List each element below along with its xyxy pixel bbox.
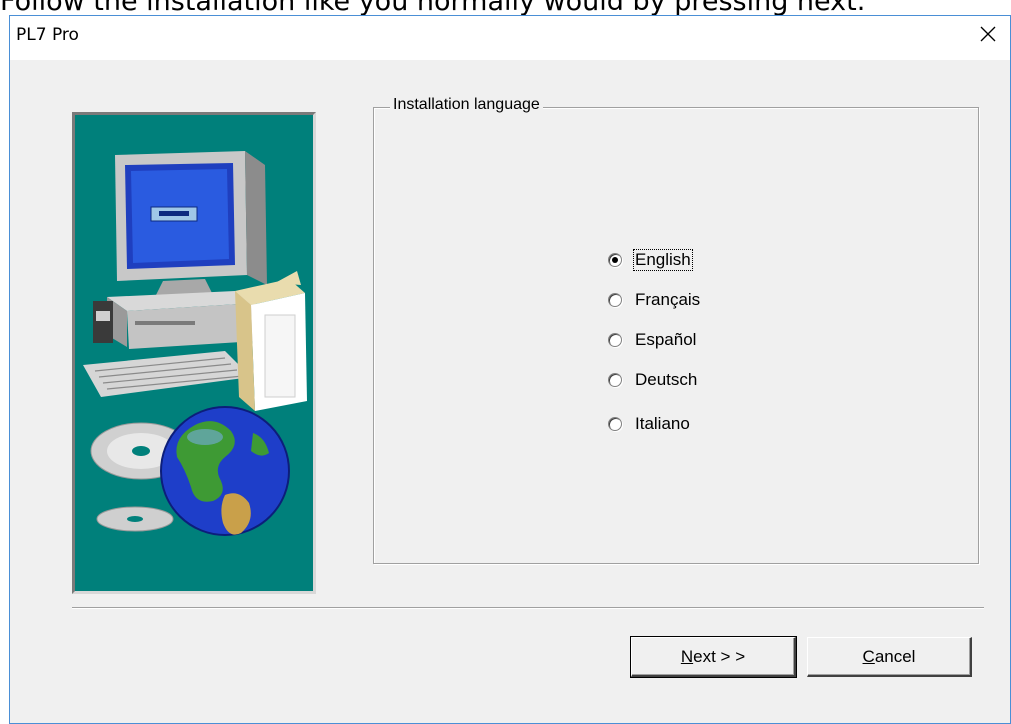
installer-dialog: PL7 Pro Installation language English Fr… (9, 15, 1011, 724)
installation-language-group: Installation language English Français E… (373, 96, 979, 564)
installation-language-label: Installation language (390, 96, 543, 114)
radio-label[interactable]: English (633, 249, 693, 271)
radio-espanol[interactable]: Español (608, 328, 697, 352)
radio-francais[interactable]: Français (608, 288, 701, 312)
next-mnemonic: N (680, 646, 694, 666)
radio-label[interactable]: Español (634, 330, 697, 350)
next-button[interactable]: Next > > (630, 636, 797, 678)
separator-line (72, 607, 984, 609)
computer-cd-globe-illustration (83, 151, 307, 536)
window-title: PL7 Pro (16, 25, 79, 45)
close-icon (980, 26, 996, 42)
radio-deutsch[interactable]: Deutsch (608, 368, 698, 392)
radio-indicator[interactable] (608, 253, 622, 267)
close-button[interactable] (966, 16, 1010, 52)
title-bar: PL7 Pro (10, 16, 1010, 60)
cancel-label: ancel (874, 646, 916, 666)
radio-indicator[interactable] (608, 293, 622, 307)
next-label: ext > > (693, 646, 746, 666)
setup-illustration (72, 112, 316, 594)
radio-label[interactable]: Français (634, 290, 701, 310)
radio-label[interactable]: Deutsch (634, 370, 698, 390)
cancel-button[interactable]: Cancel (807, 637, 972, 677)
cancel-mnemonic: C (862, 646, 875, 666)
radio-indicator[interactable] (608, 333, 622, 347)
page: Follow the installation like you normall… (0, 0, 1011, 724)
radio-indicator[interactable] (608, 417, 622, 431)
radio-english[interactable]: English (608, 248, 693, 272)
radio-italiano[interactable]: Italiano (608, 412, 691, 436)
radio-indicator[interactable] (608, 373, 622, 387)
radio-label[interactable]: Italiano (634, 414, 691, 434)
